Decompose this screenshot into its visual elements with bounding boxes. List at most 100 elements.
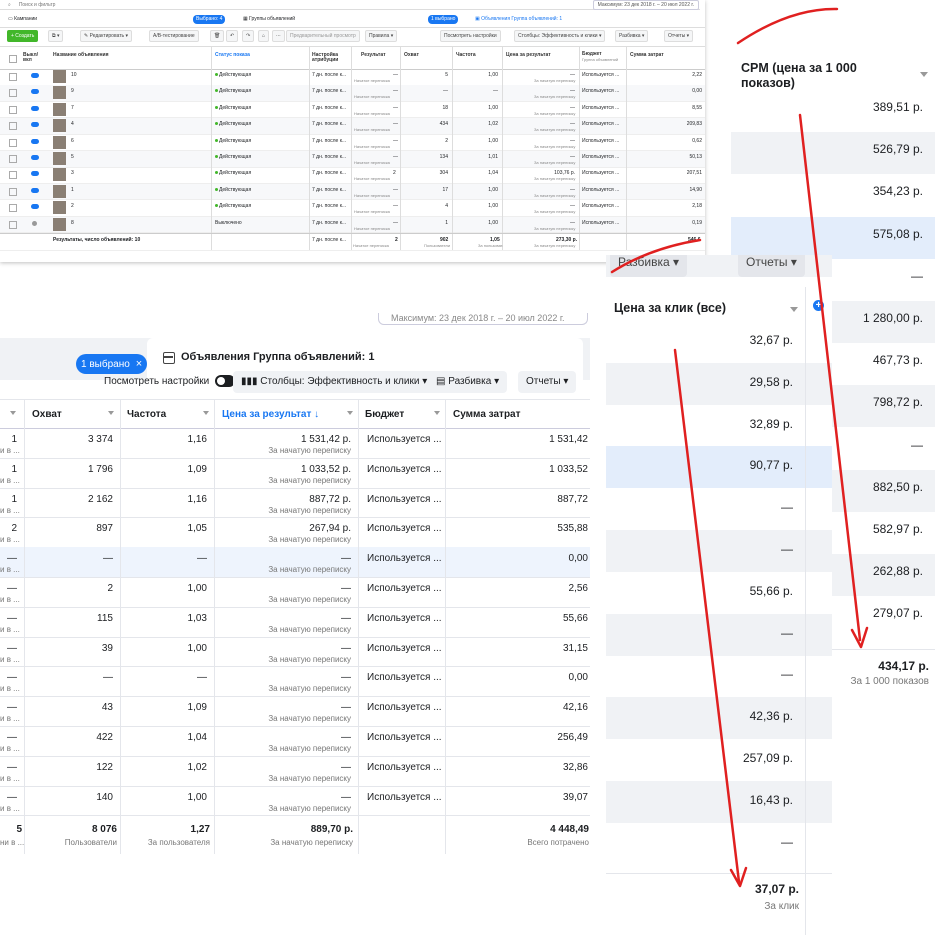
on-off-toggle[interactable] <box>31 105 39 111</box>
table-row[interactable]: 6 Действующая 7 дн. после к... — Начатое пер… <box>0 135 705 152</box>
table-row[interactable]: 7 Действующая 7 дн. после к... — Начатое пер… <box>0 102 705 119</box>
create-button[interactable]: + Создать <box>7 30 39 42</box>
view-settings-toggle[interactable]: Посмотреть настройки <box>96 371 243 393</box>
row-checkbox[interactable] <box>9 122 17 131</box>
reports-dropdown[interactable]: Отчеты ▾ <box>518 371 577 393</box>
table-row[interactable]: — и в ... — — — За начатую переписку Используе… <box>0 547 590 578</box>
on-off-toggle[interactable] <box>31 155 39 160</box>
table-row[interactable]: 2и в ... 897 1,05 267,94 р. За начатую переп… <box>0 517 590 549</box>
ad-name[interactable]: 6 <box>71 138 74 144</box>
campaigns-selected-pill[interactable]: Выбрано: 4 <box>193 15 226 24</box>
row-checkbox[interactable] <box>9 89 17 98</box>
on-off-toggle[interactable] <box>31 89 39 95</box>
ad-name[interactable]: 4 <box>71 121 74 127</box>
ad-name[interactable]: 7 <box>71 105 74 111</box>
col-status[interactable]: Статус показа <box>215 53 250 58</box>
delete-icon[interactable]: 🗑 <box>210 30 225 42</box>
row-checkbox[interactable] <box>9 138 17 147</box>
tag-icon[interactable]: ⌂ <box>258 30 270 42</box>
reports-dropdown[interactable]: Отчеты ▾ <box>664 30 694 42</box>
table-row[interactable]: — и в ... — — — За начатую переписку Используе… <box>0 666 590 698</box>
ad-name[interactable]: 2 <box>71 203 74 209</box>
table-row[interactable]: 1и в ... 3 374 1,16 1 531,42 р. За начатую п… <box>0 428 590 459</box>
edit-button[interactable]: ✎ Редактировать ▾ <box>80 30 133 42</box>
ad-name[interactable]: 9 <box>71 88 74 94</box>
col-frequency[interactable]: Частота <box>456 53 476 58</box>
table-row[interactable]: 9 Действующая 7 дн. после к... — Начатое пер… <box>0 85 705 102</box>
row-checkbox[interactable] <box>9 73 17 81</box>
table-row[interactable]: 1и в ... 2 162 1,16 887,72 р. За начатую пер… <box>0 488 590 519</box>
tab-adsets[interactable]: ▦ Группы объявлений <box>243 15 295 24</box>
col-onoff[interactable]: Выкл/вкл <box>23 53 39 63</box>
on-off-toggle[interactable] <box>31 122 39 128</box>
ad-name[interactable]: 10 <box>71 72 77 78</box>
tab-ads[interactable]: ▣ Объявления Группа объявлений: 1 <box>475 15 562 24</box>
on-off-toggle[interactable] <box>32 220 37 226</box>
breakdown-dropdown[interactable]: Разбивка ▾ <box>615 30 649 42</box>
col-name[interactable]: Название объявления <box>53 53 109 58</box>
col-amount-spent[interactable]: Сумма затрат <box>453 409 521 420</box>
tab-campaigns[interactable]: ▭ Кампании <box>8 15 37 24</box>
table-row[interactable]: — и в ... 115 1,03— За начатую переписку Испо… <box>0 607 590 638</box>
table-row[interactable]: 5 Действующая 7 дн. после к... — Начатое пер… <box>0 151 705 168</box>
more-icon[interactable]: ⋯ <box>272 30 285 42</box>
row-checkbox[interactable] <box>9 204 17 213</box>
col-budget[interactable]: Бюджет Группа объявлений <box>582 52 618 63</box>
row-checkbox[interactable] <box>9 220 17 229</box>
on-off-toggle[interactable] <box>31 204 39 210</box>
breakdown-dropdown[interactable]: Разбивка ▾ <box>610 255 688 277</box>
ad-name[interactable]: 3 <box>71 170 74 176</box>
row-checkbox[interactable] <box>9 155 17 163</box>
view-settings-toggle[interactable]: Посмотреть настройки <box>440 30 501 42</box>
ad-name[interactable]: 5 <box>71 154 74 160</box>
table-row[interactable]: — и в ... 422 1,04— За начатую переписку Испо… <box>0 726 590 757</box>
col-frequency[interactable]: Частота <box>127 409 166 420</box>
col-cost-per-result[interactable]: Цена за результат ↓ <box>222 409 319 420</box>
table-row[interactable]: 3 Действующая 7 дн. после к... 2 Начатое пер… <box>0 167 705 184</box>
add-column-icon[interactable]: + <box>813 300 824 311</box>
table-row[interactable]: — и в ... 39 1,00— За начатую переписку Испол… <box>0 637 590 668</box>
delivery-status: Действующая <box>215 170 251 176</box>
table-row[interactable]: — и в ... 122 1,02— За начатую переписку Испо… <box>0 756 590 787</box>
date-range-picker[interactable]: Максимум: 23 дек 2018 г. – 20 июл 2022 г… <box>592 0 699 10</box>
columns-dropdown[interactable]: ▮▮▮ Столбцы: Эффективность и клики ▾ <box>233 371 436 393</box>
table-row[interactable]: — и в ... 43 1,09— За начатую переписку Испол… <box>0 696 590 727</box>
table-row[interactable]: 1и в ... 1 796 1,09 1 033,52 р. За начатую п… <box>0 458 590 489</box>
reports-dropdown[interactable]: Отчеты ▾ <box>738 255 805 277</box>
on-off-toggle[interactable] <box>31 187 39 193</box>
table-row[interactable]: 8 Выключено 7 дн. после к... — Начатое переп… <box>0 216 705 234</box>
table-row[interactable]: 1 Действующая 7 дн. после к... — Начатое пер… <box>0 183 705 201</box>
table-row[interactable]: 2 Действующая 7 дн. после к... — Начатое пер… <box>0 200 705 217</box>
table-row[interactable]: — и в ... 2 1,00— За начатую переписку Исполь… <box>0 577 590 608</box>
col-cost-per-result[interactable]: Цена за результат <box>506 53 551 58</box>
col-budget[interactable]: Бюджет <box>365 409 404 420</box>
col-reach[interactable]: Охват <box>32 409 62 420</box>
preview-button[interactable]: Предварительный просмотр <box>286 30 360 42</box>
undo-icon[interactable]: ↶ <box>226 30 239 42</box>
on-off-toggle[interactable] <box>31 171 39 177</box>
select-all-checkbox[interactable] <box>9 55 17 63</box>
table-row[interactable]: 10 Действующая 7 дн. после к... — Начатое пе… <box>0 69 705 86</box>
search-input[interactable]: Поиск и фильтр <box>19 2 56 8</box>
col-reach[interactable]: Охват <box>404 53 419 58</box>
columns-dropdown[interactable]: Столбцы: Эффективность и клики ▾ <box>514 30 606 42</box>
row-checkbox[interactable] <box>9 171 17 180</box>
col-results[interactable]: Результат <box>361 53 386 58</box>
rules-button[interactable]: Правила ▾ <box>365 30 398 42</box>
duplicate-button[interactable]: ⧉ ▾ <box>48 30 64 42</box>
table-row[interactable]: — и в ... 140 1,00— За начатую переписку Испо… <box>0 786 590 817</box>
ab-test-button[interactable]: A/B-тестирование <box>149 30 199 42</box>
table-row[interactable]: 4 Действующая 7 дн. после к... — Начатое пер… <box>0 118 705 135</box>
on-off-toggle[interactable] <box>31 73 39 78</box>
breakdown-dropdown[interactable]: ▤ Разбивка ▾ <box>428 371 508 393</box>
row-checkbox[interactable] <box>9 187 17 196</box>
redo-icon[interactable]: ↷ <box>242 30 255 42</box>
col-attribution[interactable]: Настройка атрибуции <box>312 53 342 63</box>
row-checkbox[interactable] <box>9 105 17 114</box>
ad-name[interactable]: 1 <box>71 187 74 193</box>
on-off-toggle[interactable] <box>31 138 39 144</box>
ad-name[interactable]: 8 <box>71 220 74 226</box>
adsets-selected-pill[interactable]: 1 выбрано <box>428 15 459 24</box>
date-range-picker[interactable]: Максимум: 23 дек 2018 г. – 20 июл 2022 г… <box>378 313 588 325</box>
col-amount-spent[interactable]: Сумма затрат <box>630 53 664 58</box>
